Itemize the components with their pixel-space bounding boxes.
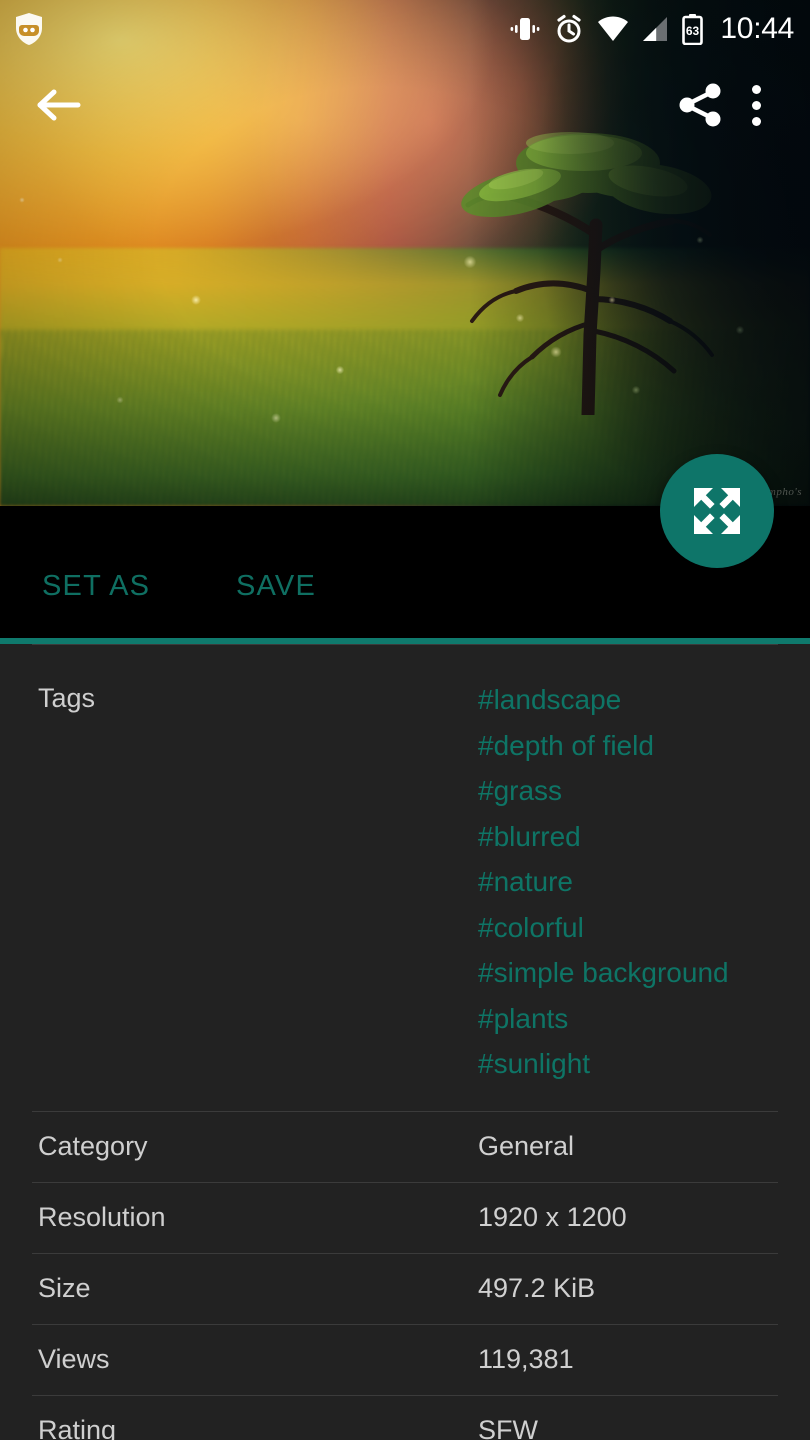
detail-row-value: SFW xyxy=(478,1415,538,1440)
tag-item[interactable]: #grass xyxy=(478,768,729,814)
tag-item[interactable]: #depth of field xyxy=(478,723,729,769)
detail-row-value: General xyxy=(478,1131,575,1161)
wallpaper-detail-screen: mpho's 63 10:44 SET AS SAVE Tags #landsc… xyxy=(0,0,810,1440)
detail-row-size: Size 497.2 KiB xyxy=(0,1254,810,1324)
detail-row-value: 119,381 xyxy=(478,1344,574,1374)
alarm-clock-icon xyxy=(557,14,582,43)
detail-row-label: Size xyxy=(38,1273,91,1303)
status-bar-system-icons: 63 10:44 xyxy=(509,12,794,45)
details-panel: Tags #landscape #depth of field #grass #… xyxy=(0,644,810,1440)
detail-row-value: 497.2 KiB xyxy=(478,1273,596,1303)
tag-item[interactable]: #plants xyxy=(478,996,729,1042)
fullscreen-fab-button[interactable] xyxy=(660,454,774,568)
overflow-menu-icon xyxy=(751,84,761,126)
tag-list: #landscape #depth of field #grass #blurr… xyxy=(478,677,729,1087)
detail-row-views: Views 119,381 xyxy=(0,1325,810,1395)
shield-face-notification-icon xyxy=(16,13,42,45)
back-arrow-icon xyxy=(37,89,81,121)
detail-row-rating: Rating SFW xyxy=(0,1396,810,1440)
cellular-signal-icon xyxy=(643,17,668,41)
back-button[interactable] xyxy=(30,77,86,133)
tag-item[interactable]: #sunlight xyxy=(478,1041,729,1087)
tag-item[interactable]: #nature xyxy=(478,859,729,905)
accent-divider xyxy=(0,638,810,644)
fullscreen-expand-icon xyxy=(694,488,740,534)
status-bar-clock: 10:44 xyxy=(720,12,794,45)
battery-icon: 63 xyxy=(682,13,704,45)
detail-row-label: Rating xyxy=(38,1415,117,1440)
tag-item[interactable]: #colorful xyxy=(478,905,729,951)
detail-row-resolution: Resolution 1920 x 1200 xyxy=(0,1183,810,1253)
tags-row: Tags #landscape #depth of field #grass #… xyxy=(0,645,810,1111)
status-bar-notifications xyxy=(14,12,44,46)
status-bar: 63 10:44 xyxy=(0,0,810,58)
tag-item[interactable]: #blurred xyxy=(478,814,729,860)
artwork-watermark: mpho's xyxy=(767,486,802,498)
detail-row-label: Views xyxy=(38,1344,110,1374)
set-as-button[interactable]: SET AS xyxy=(42,564,150,608)
app-toolbar xyxy=(0,60,810,150)
detail-row-category: Category General xyxy=(0,1112,810,1182)
wifi-icon xyxy=(598,16,629,41)
save-button[interactable]: SAVE xyxy=(236,564,316,608)
share-icon xyxy=(679,83,721,127)
tag-item[interactable]: #landscape xyxy=(478,677,729,723)
detail-row-label: Resolution xyxy=(38,1202,166,1232)
overflow-menu-button[interactable] xyxy=(728,77,784,133)
tag-item[interactable]: #simple background xyxy=(478,950,729,996)
share-button[interactable] xyxy=(672,77,728,133)
battery-level-text: 63 xyxy=(686,24,700,38)
detail-row-value: 1920 x 1200 xyxy=(478,1202,627,1232)
detail-row-label: Category xyxy=(38,1131,148,1161)
vibrate-icon xyxy=(511,18,540,40)
tags-label: Tags xyxy=(38,683,96,713)
